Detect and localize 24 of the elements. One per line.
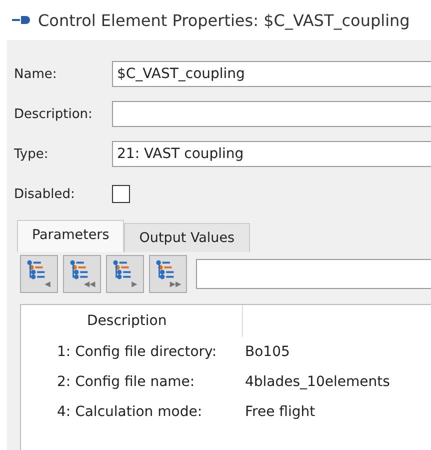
text-field[interactable]: 21: VAST coupling	[112, 141, 431, 167]
field-label: Description:	[14, 106, 94, 122]
checkbox[interactable]	[112, 185, 130, 203]
parameter-name: 4: Calculation mode:	[57, 404, 204, 420]
filter-field[interactable]	[196, 259, 431, 289]
field-label: Type:	[14, 146, 50, 162]
tab[interactable]: Parameters	[17, 220, 124, 252]
parameter-name: 1: Config file directory:	[57, 344, 218, 360]
column-header[interactable]: Description	[21, 305, 243, 337]
toolbar-button[interactable]	[20, 255, 58, 293]
parameter-value: Bo105	[245, 344, 290, 360]
field-label: Disabled:	[14, 186, 76, 202]
parameter-value: 4blades_10elements	[245, 374, 390, 390]
parameter-value: Free flight	[245, 404, 316, 420]
toolbar-button[interactable]	[106, 255, 144, 293]
text-field[interactable]: $C_VAST_coupling	[112, 61, 431, 87]
window-title: Control Element Properties: $C_VAST_coupling	[38, 10, 410, 30]
parameter-name: 2: Config file name:	[57, 374, 196, 390]
field-label: Name:	[14, 66, 58, 82]
plug-icon	[12, 14, 32, 26]
toolbar-button[interactable]	[149, 255, 187, 293]
toolbar-button[interactable]	[63, 255, 101, 293]
text-field[interactable]	[112, 101, 431, 127]
tab[interactable]: Output Values	[124, 223, 250, 252]
